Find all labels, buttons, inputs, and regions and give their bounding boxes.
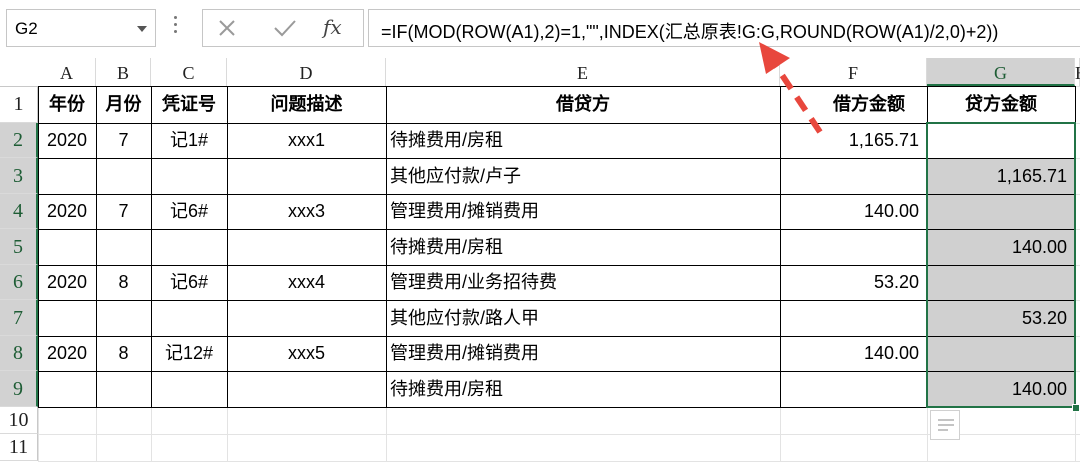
cell-g8[interactable] (927, 336, 1075, 371)
cell-c2[interactable]: 记1# (151, 123, 227, 158)
cell-a4[interactable]: 2020 (38, 194, 96, 229)
table-border (38, 194, 1075, 195)
cell-e5[interactable]: 待摊费用/房租 (386, 229, 780, 265)
cell-d8[interactable]: xxx5 (227, 336, 386, 371)
table-border (96, 86, 97, 407)
cell-d2[interactable]: xxx1 (227, 123, 386, 158)
table-border (780, 86, 781, 407)
cell-e7[interactable]: 其他应付款/路人甲 (386, 300, 780, 336)
cell-a5[interactable] (38, 229, 96, 265)
cell-a6[interactable]: 2020 (38, 265, 96, 300)
cell-a7[interactable] (38, 300, 96, 336)
header-cell-f[interactable]: 借方金额 (780, 86, 927, 123)
cell-f7[interactable] (780, 300, 927, 336)
cell-a2[interactable]: 2020 (38, 123, 96, 158)
table-border (38, 86, 1075, 87)
cell-f8[interactable]: 140.00 (780, 336, 927, 371)
table-border (927, 86, 928, 407)
table-border (38, 407, 1075, 408)
cell-e8[interactable]: 管理费用/摊销费用 (386, 336, 780, 371)
cell-d7[interactable] (227, 300, 386, 336)
table-border (38, 300, 1075, 301)
cell-g3[interactable]: 1,165.71 (927, 158, 1075, 194)
cell-e4[interactable]: 管理费用/摊销费用 (386, 194, 780, 229)
cell-g6[interactable] (927, 265, 1075, 300)
header-cell-a[interactable]: 年份 (38, 86, 96, 123)
table-border (38, 123, 1075, 124)
cell-e2[interactable]: 待摊费用/房租 (386, 123, 780, 158)
cell-a3[interactable] (38, 158, 96, 194)
table-border (1075, 86, 1076, 407)
cell-b7[interactable] (96, 300, 151, 336)
table-border (38, 158, 1075, 159)
table-border (38, 336, 1075, 337)
cell-g7[interactable]: 53.20 (927, 300, 1075, 336)
header-cell-b[interactable]: 月份 (96, 86, 151, 123)
cell-f2[interactable]: 1,165.71 (780, 123, 927, 158)
cell-d6[interactable]: xxx4 (227, 265, 386, 300)
cell-b6[interactable]: 8 (96, 265, 151, 300)
table-border (151, 86, 152, 407)
cell-b2[interactable]: 7 (96, 123, 151, 158)
cell-f6[interactable]: 53.20 (780, 265, 927, 300)
cell-f9[interactable] (780, 371, 927, 407)
cell-c5[interactable] (151, 229, 227, 265)
cell-b9[interactable] (96, 371, 151, 407)
cell-c9[interactable] (151, 371, 227, 407)
cell-e6[interactable]: 管理费用/业务招待费 (386, 265, 780, 300)
fill-handle[interactable] (1072, 404, 1080, 412)
cell-e3[interactable]: 其他应付款/卢子 (386, 158, 780, 194)
cell-c6[interactable]: 记6# (151, 265, 227, 300)
cell-f3[interactable] (780, 158, 927, 194)
cell-d5[interactable] (227, 229, 386, 265)
cell-b4[interactable]: 7 (96, 194, 151, 229)
cell-b8[interactable]: 8 (96, 336, 151, 371)
table-border (38, 86, 39, 407)
table-border (227, 86, 228, 407)
cell-f4[interactable]: 140.00 (780, 194, 927, 229)
table-border (38, 265, 1075, 266)
header-cell-d[interactable]: 问题描述 (227, 86, 386, 123)
cell-b3[interactable] (96, 158, 151, 194)
cell-c8[interactable]: 记12# (151, 336, 227, 371)
table-border (38, 371, 1075, 372)
table-border (38, 229, 1075, 230)
cell-d3[interactable] (227, 158, 386, 194)
header-cell-c[interactable]: 凭证号 (151, 86, 227, 123)
table-border (386, 86, 387, 407)
cell-c3[interactable] (151, 158, 227, 194)
header-cell-g[interactable]: 贷方金额 (927, 86, 1075, 123)
cell-a9[interactable] (38, 371, 96, 407)
cell-d4[interactable]: xxx3 (227, 194, 386, 229)
quick-analysis-icon[interactable] (930, 410, 960, 440)
cell-a8[interactable]: 2020 (38, 336, 96, 371)
cell-e9[interactable]: 待摊费用/房租 (386, 371, 780, 407)
cell-d9[interactable] (227, 371, 386, 407)
cell-c7[interactable] (151, 300, 227, 336)
gridline (38, 434, 1080, 435)
cell-g5[interactable]: 140.00 (927, 229, 1075, 265)
cell-g2[interactable] (927, 123, 1075, 158)
header-cell-e[interactable]: 借贷方 (386, 86, 780, 123)
cell-f5[interactable] (780, 229, 927, 265)
sheet-grid[interactable]: 年份 月份 凭证号 问题描述 借贷方 借方金额 贷方金额 2020 7 记1# xxx1 待摊费用/房… (0, 0, 1080, 462)
cell-c4[interactable]: 记6# (151, 194, 227, 229)
cell-g9[interactable]: 140.00 (927, 371, 1075, 407)
cell-b5[interactable] (96, 229, 151, 265)
cell-g4[interactable] (927, 194, 1075, 229)
